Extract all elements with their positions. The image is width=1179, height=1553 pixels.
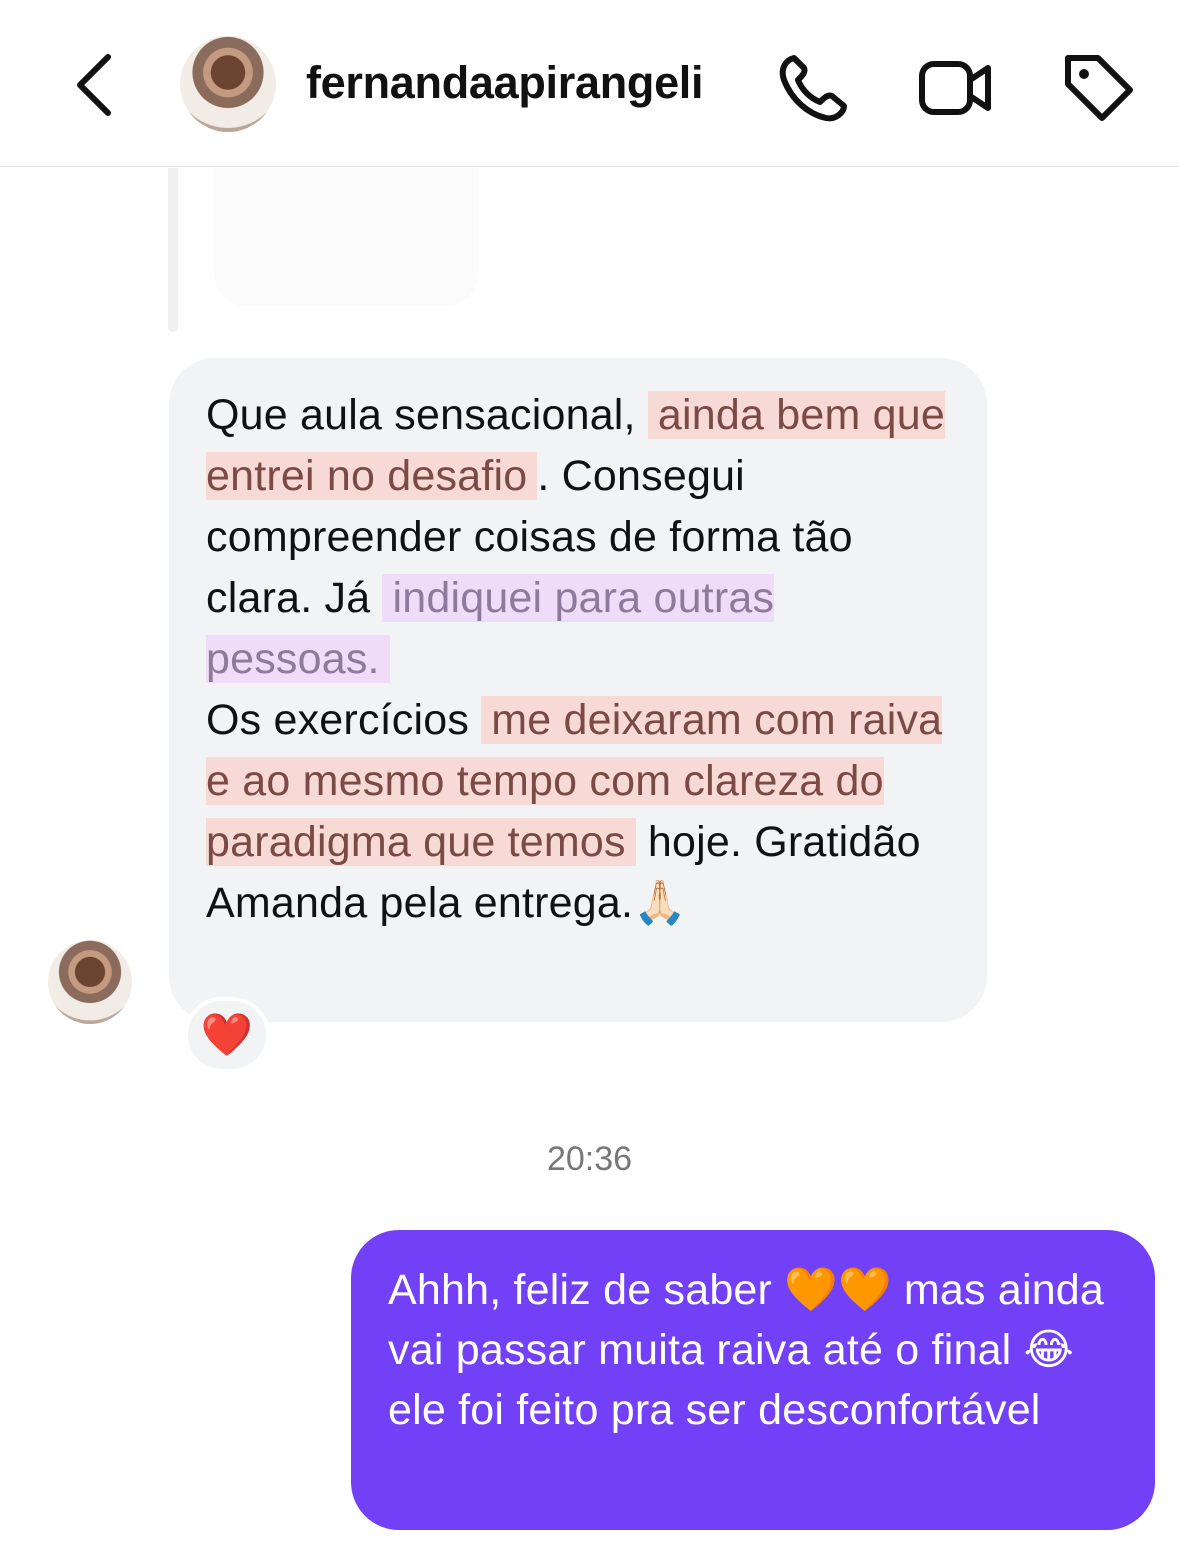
heart-reaction[interactable]: ❤️ xyxy=(184,997,270,1073)
video-camera-icon xyxy=(919,61,991,115)
reply-preview-line xyxy=(168,168,178,332)
incoming-message-text: Que aula sensacional, ainda bem que entr… xyxy=(206,385,966,934)
voice-call-button[interactable] xyxy=(772,48,852,128)
back-chevron-icon xyxy=(77,54,111,116)
chat-header: fernandaapirangeli xyxy=(0,0,1179,167)
heart-icon: ❤️ xyxy=(200,1010,254,1059)
reply-preview[interactable] xyxy=(214,168,478,306)
back-button[interactable] xyxy=(62,45,132,125)
tag-icon xyxy=(1065,55,1133,121)
video-call-button[interactable] xyxy=(914,48,994,128)
phone-icon xyxy=(779,55,847,122)
message-segment: Os exercícios xyxy=(206,696,482,744)
message-segment: Que aula sensacional, xyxy=(206,391,648,439)
outgoing-message-text: Ahhh, feliz de saber 🧡🧡 mas ainda vai pa… xyxy=(388,1266,1105,1434)
profile-avatar[interactable] xyxy=(180,36,276,132)
message-timestamp: 20:36 xyxy=(546,1140,633,1178)
label-button[interactable] xyxy=(1058,48,1138,128)
sender-avatar[interactable] xyxy=(48,940,132,1024)
chat-username[interactable]: fernandaapirangeli xyxy=(306,57,704,109)
